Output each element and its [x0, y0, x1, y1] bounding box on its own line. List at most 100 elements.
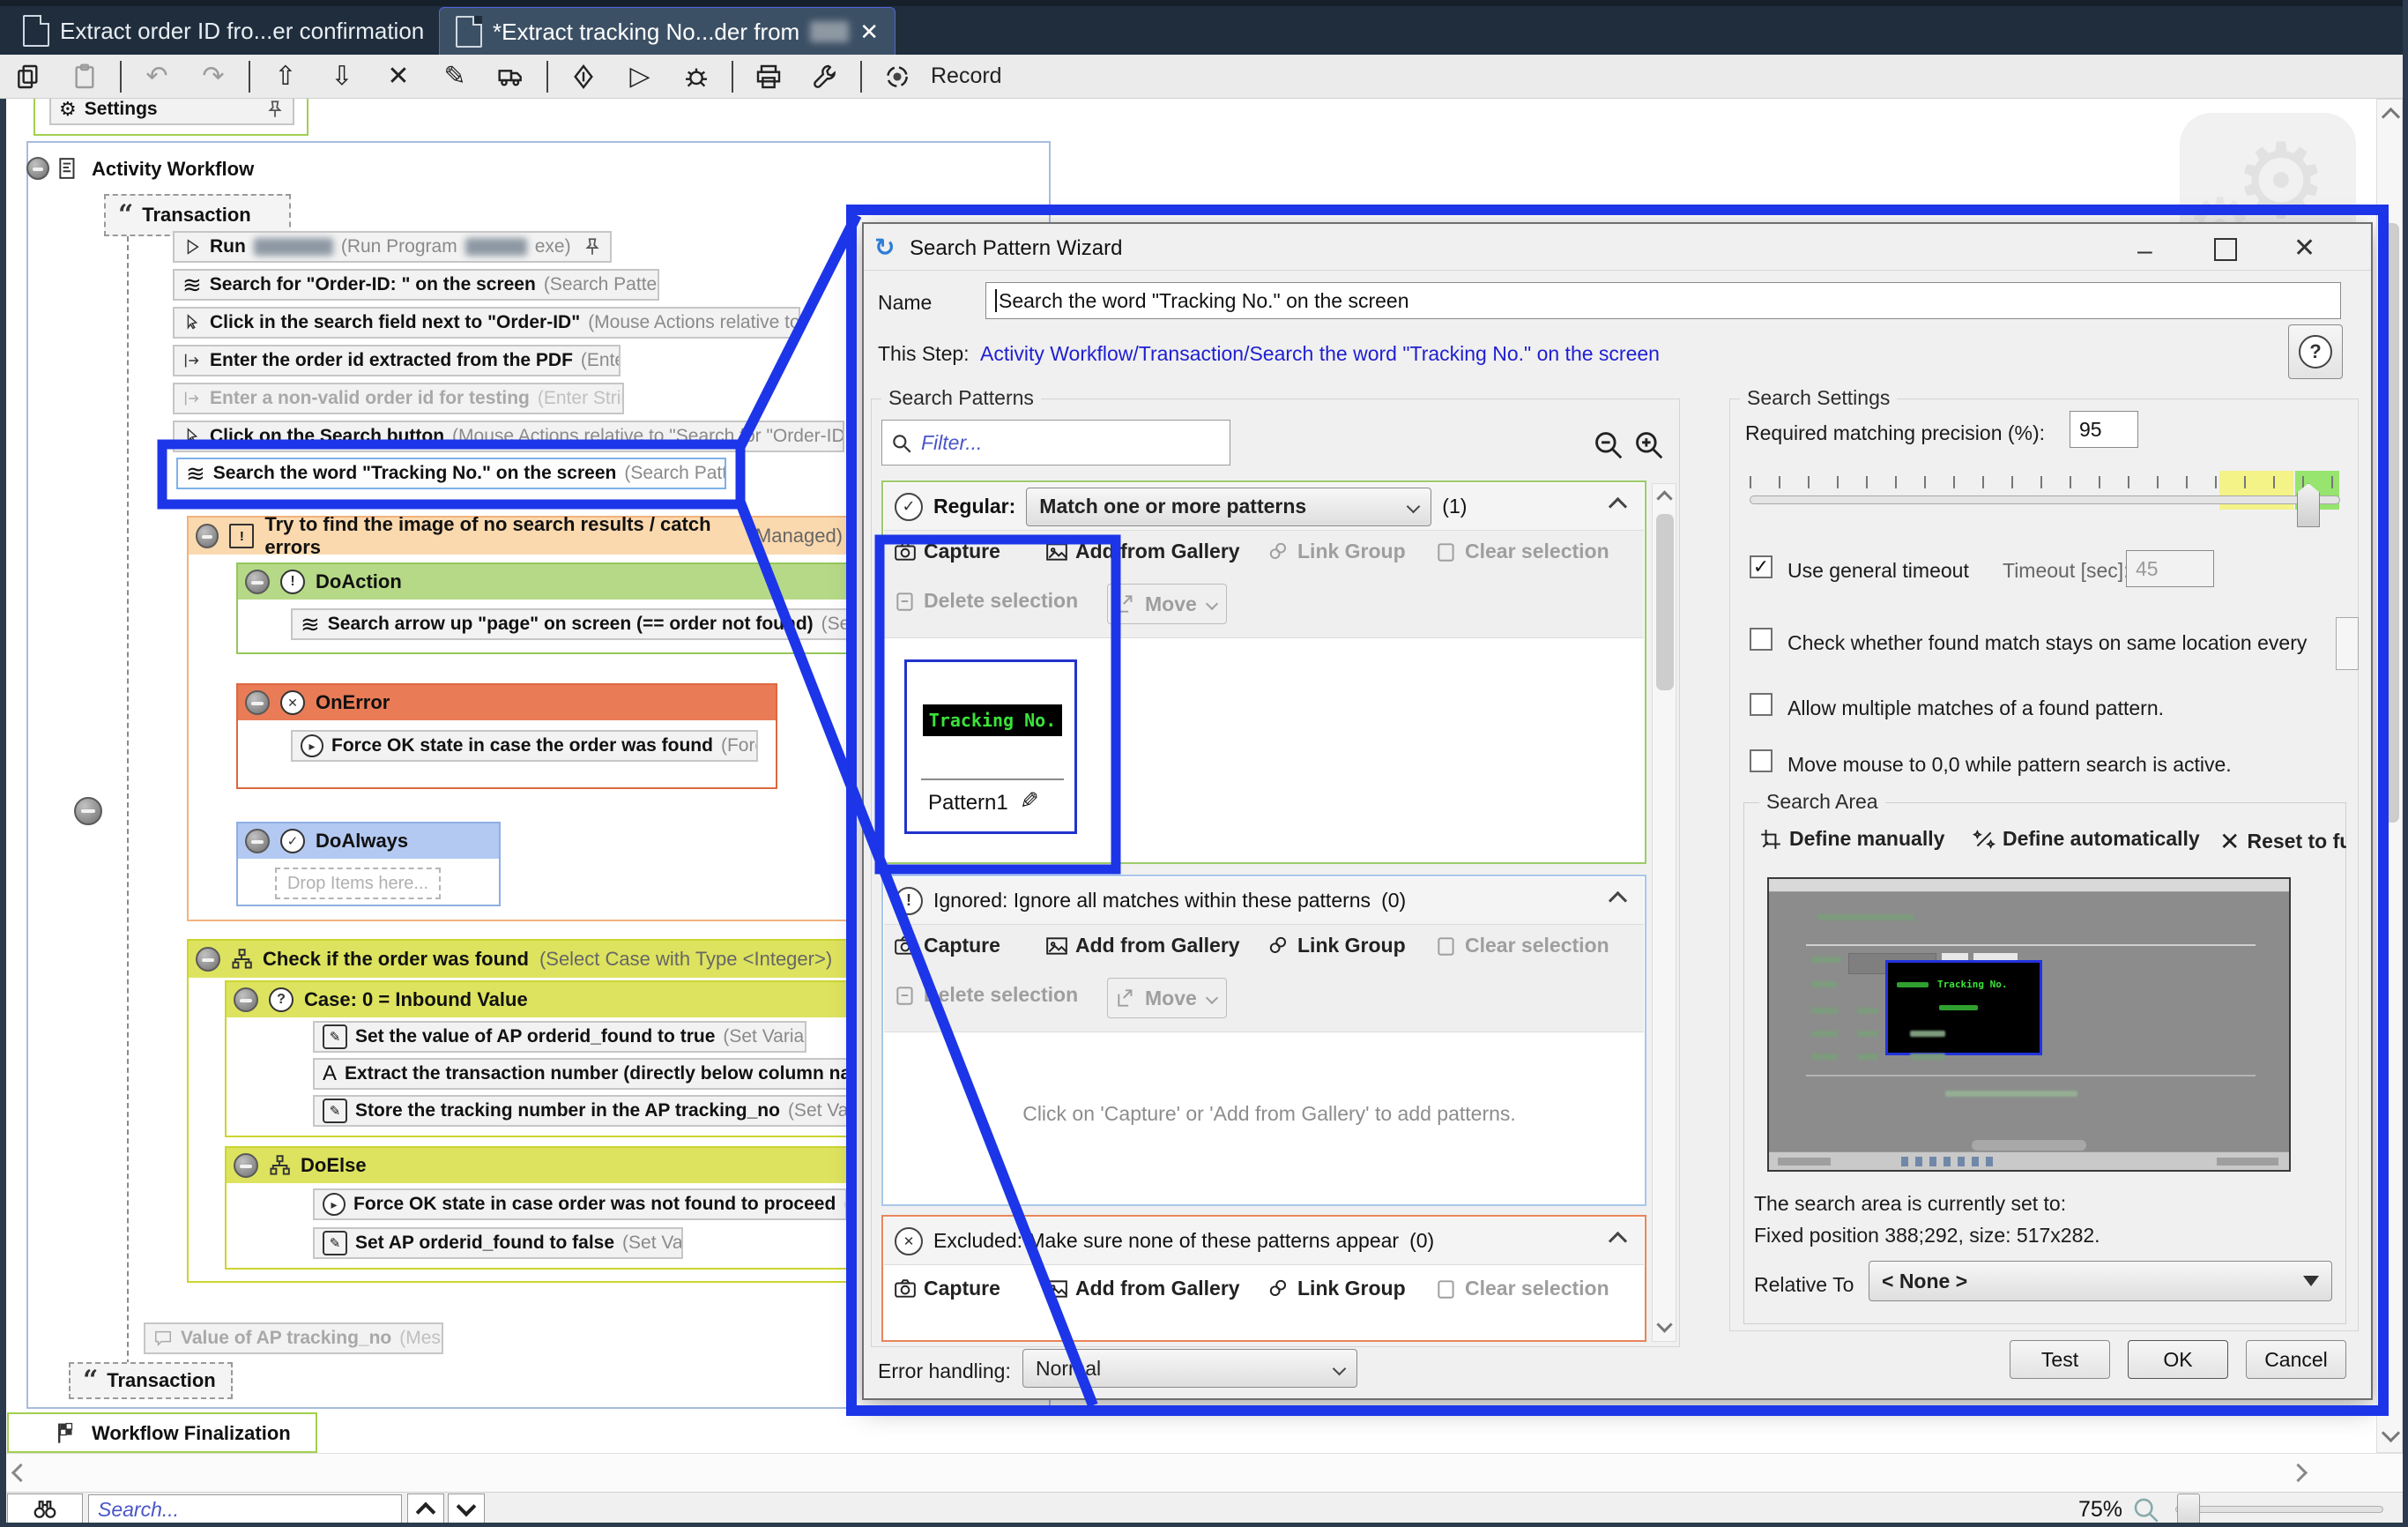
doelse-header[interactable]: DoElse	[227, 1148, 850, 1183]
truck-icon[interactable]	[483, 57, 539, 96]
tab-extract-tracking-no[interactable]: *Extract tracking No...der from ✕	[439, 7, 896, 56]
scroll-right-icon[interactable]	[2289, 1464, 2308, 1482]
zoom-in-icon[interactable]	[1632, 428, 1666, 462]
collapse-icon[interactable]	[245, 570, 270, 594]
minimize-icon[interactable]: –	[2137, 236, 2173, 266]
interval-spinner[interactable]	[2336, 617, 2359, 670]
collapse-icon[interactable]	[234, 987, 258, 1012]
step-force-ok-not-found[interactable]: ▸ Force OK state in case order was not f…	[313, 1188, 847, 1220]
horizontal-scrollbar[interactable]	[0, 1453, 2408, 1492]
run-icon[interactable]: ▷	[612, 57, 668, 96]
transaction-group[interactable]: “ Transaction	[104, 194, 291, 236]
search-prev-button[interactable]	[407, 1493, 444, 1525]
finalization-label[interactable]: Workflow Finalization	[85, 1422, 298, 1445]
redo-icon[interactable]: ↷	[185, 57, 242, 96]
clear-selection-button[interactable]: Clear selection	[1435, 934, 1609, 957]
case-header[interactable]: ? Case: 0 = Inbound Value	[227, 982, 850, 1017]
collapse-icon[interactable]	[245, 690, 270, 715]
pattern-card[interactable]: Tracking No. Pattern1 ✎	[904, 659, 1077, 834]
collapse-chevron-icon[interactable]	[1609, 497, 1627, 516]
edit-pencil-icon[interactable]: ✎	[1020, 787, 1039, 815]
pin-icon[interactable]	[265, 100, 285, 119]
step-set-orderid-false[interactable]: ✎ Set AP orderid_found to false(Set Vari…	[313, 1227, 683, 1259]
capture-button[interactable]: Capture	[894, 540, 1000, 563]
precision-slider-track[interactable]	[1750, 495, 2340, 504]
activity-workflow-label[interactable]: Activity Workflow	[85, 157, 261, 182]
capture-button[interactable]: Capture	[894, 1277, 1000, 1300]
step-click-search-button[interactable]: Click on the Search button(Mouse Actions…	[173, 421, 844, 452]
vertical-scrollbar[interactable]	[2376, 99, 2403, 1453]
wrench-icon[interactable]	[797, 57, 853, 96]
define-automatically-button[interactable]: Define automatically	[1973, 827, 2200, 851]
move-button[interactable]: Move	[1107, 978, 1227, 1018]
tab-close-icon[interactable]: ✕	[859, 19, 879, 46]
collapse-icon[interactable]	[74, 797, 102, 825]
name-input[interactable]: Search the word "Tracking No." on the sc…	[985, 282, 2341, 319]
step-extract-transaction-number[interactable]: A Extract the transaction number (direct…	[313, 1058, 851, 1090]
wand-icon[interactable]: ✎	[427, 57, 483, 96]
collapse-icon[interactable]	[196, 947, 220, 972]
step-search-arrow-up[interactable]: ≋ Search arrow up "page" on screen (== o…	[291, 608, 851, 640]
link-group-button[interactable]: Link Group	[1267, 1277, 1406, 1300]
doaction-header[interactable]: ! DoAction	[238, 564, 850, 600]
filter-input[interactable]	[881, 420, 1230, 466]
ignored-header[interactable]: ! Ignored: Ignore all matches within the…	[884, 877, 1644, 925]
timeout-input[interactable]: 45	[2126, 550, 2214, 587]
relative-to-select[interactable]: < None >	[1869, 1261, 2332, 1301]
zoom-slider-track[interactable]	[2175, 1506, 2383, 1513]
filter-field[interactable]	[881, 420, 1230, 466]
step-store-tracking-number[interactable]: ✎ Store the tracking number in the AP tr…	[313, 1095, 852, 1127]
step-search-order-id[interactable]: ≋ Search for "Order-ID: " on the screen(…	[173, 269, 659, 301]
clear-selection-button[interactable]: Clear selection	[1435, 540, 1609, 563]
scroll-left-icon[interactable]	[11, 1464, 30, 1482]
test-button[interactable]: Test	[2010, 1340, 2110, 1379]
select-case-header[interactable]: Check if the order was found(Select Case…	[189, 941, 850, 978]
this-step-link[interactable]: Activity Workflow/Transaction/Search the…	[980, 342, 1660, 366]
collapse-icon[interactable]	[26, 157, 49, 180]
step-run-program[interactable]: Run (Run Program exe)	[173, 231, 612, 263]
scrollbar-thumb[interactable]	[2382, 223, 2399, 823]
link-group-button[interactable]: Link Group	[1267, 540, 1406, 563]
add-from-gallery-button[interactable]: Add from Gallery	[1045, 934, 1240, 957]
onerror-header[interactable]: ✕ OnError	[238, 685, 776, 720]
ok-button[interactable]: OK	[2128, 1340, 2228, 1379]
try-catch-header[interactable]: ! Try to find the image of no search res…	[189, 518, 850, 555]
link-group-button[interactable]: Link Group	[1267, 934, 1406, 957]
cancel-button[interactable]: Cancel	[2246, 1340, 2346, 1379]
doalways-header[interactable]: ✓ DoAlways	[238, 823, 499, 859]
pin-icon[interactable]	[583, 237, 602, 257]
copy-icon[interactable]	[0, 57, 56, 96]
capture-button[interactable]: Capture	[894, 934, 1000, 957]
zoom-out-icon[interactable]	[1592, 428, 1625, 462]
record-icon[interactable]	[869, 57, 925, 96]
reset-area-button[interactable]: ✕Reset to fu	[2219, 827, 2346, 856]
step-click-search-field[interactable]: Click in the search field next to "Order…	[173, 307, 800, 339]
collapse-icon[interactable]	[196, 524, 219, 548]
zoom-slider-thumb[interactable]	[2177, 1493, 2200, 1525]
scroll-up-icon[interactable]	[2382, 108, 2400, 126]
move-button[interactable]: Move	[1107, 584, 1227, 624]
clear-selection-button[interactable]: Clear selection	[1435, 1277, 1609, 1300]
precision-input[interactable]: 95	[2070, 411, 2138, 448]
step-force-ok-found[interactable]: ▸ Force OK state in case the order was f…	[291, 730, 758, 762]
move-mouse-checkbox[interactable]	[1750, 749, 1773, 772]
excluded-header[interactable]: ✕ Excluded: Make sure none of these patt…	[884, 1218, 1644, 1265]
collapse-chevron-icon[interactable]	[1609, 891, 1627, 910]
delete-selection-button[interactable]: Delete selection	[894, 983, 1078, 1007]
step-message-box[interactable]: Value of AP tracking_no(Message Box)	[144, 1322, 443, 1354]
collapse-icon[interactable]	[234, 1153, 258, 1178]
paste-icon[interactable]	[56, 57, 113, 96]
record-label[interactable]: Record	[931, 63, 1002, 89]
tab-extract-order-id[interactable]: Extract order ID fro...er confirmation	[7, 7, 440, 55]
check-location-checkbox[interactable]	[1750, 628, 1773, 651]
match-mode-select[interactable]: Match one or more patterns	[1026, 488, 1431, 526]
step-set-orderid-true[interactable]: ✎ Set the value of AP orderid_found to t…	[313, 1021, 806, 1053]
collapse-icon[interactable]	[245, 829, 270, 853]
error-handling-select[interactable]: Normal	[1022, 1349, 1357, 1388]
transaction-group[interactable]: “ Transaction	[69, 1362, 233, 1399]
find-button[interactable]	[7, 1493, 83, 1525]
drop-zone[interactable]: Drop Items here...	[275, 868, 441, 899]
undo-icon[interactable]: ↶	[129, 57, 185, 96]
search-input[interactable]	[88, 1494, 402, 1524]
add-from-gallery-button[interactable]: Add from Gallery	[1045, 1277, 1240, 1300]
